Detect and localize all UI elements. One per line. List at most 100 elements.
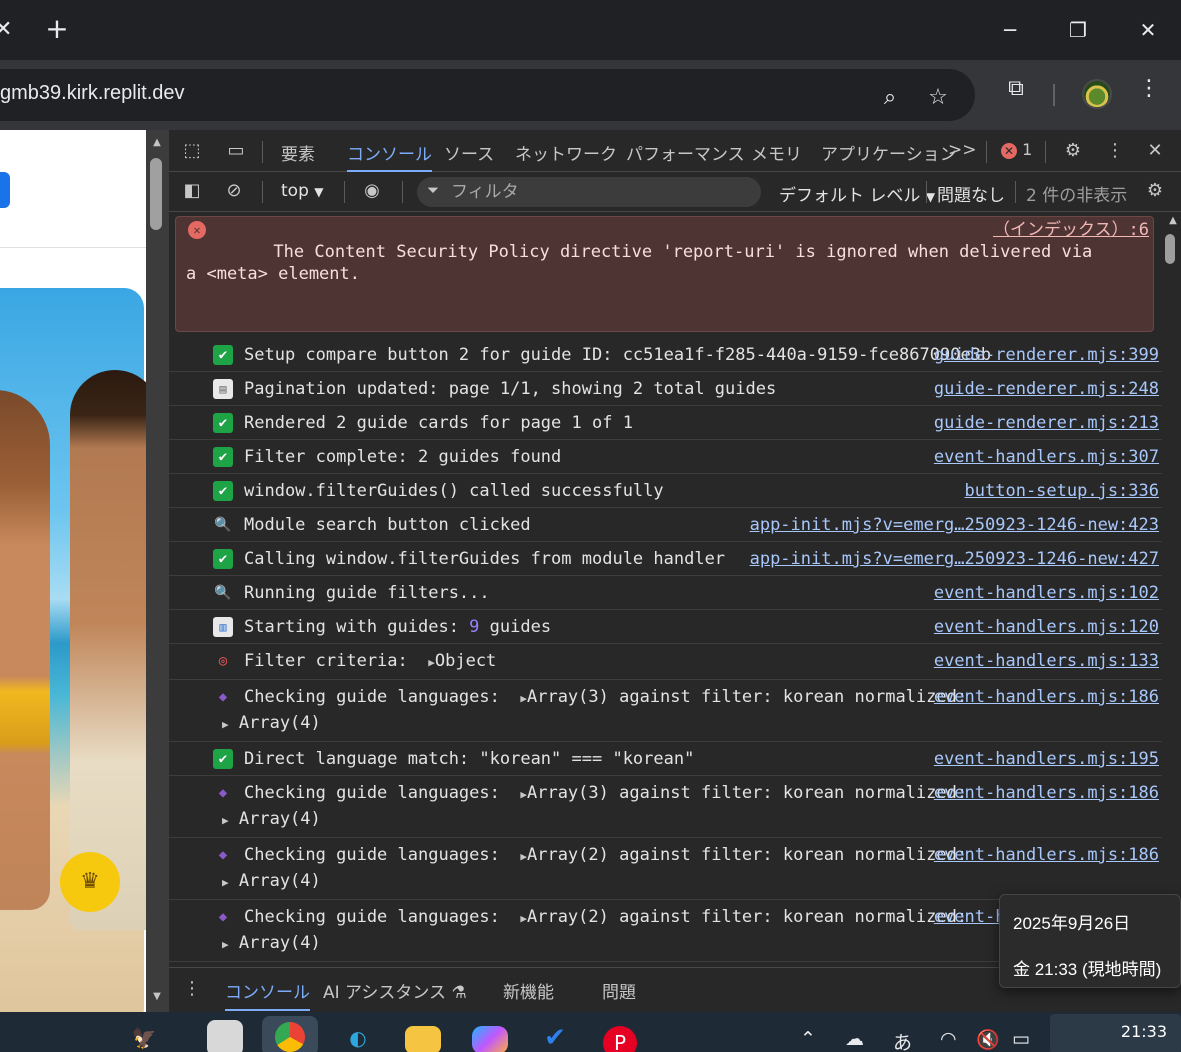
new-tab-button[interactable]: + (42, 14, 72, 46)
console-message[interactable]: ✔ Setup compare button 2 for guide ID: cc… (169, 338, 1162, 372)
scroll-up-icon[interactable]: ▲ (150, 136, 164, 150)
console-message[interactable]: 🔍 Module search button clicked app-init.mj… (169, 508, 1162, 542)
window-app-icon[interactable] (207, 1020, 243, 1052)
device-toolbar-icon[interactable]: ▭ (223, 138, 249, 164)
message-source-link[interactable]: guide-renderer.mjs:213 (934, 411, 1159, 435)
scroll-up-icon[interactable]: ▲ (1166, 214, 1180, 228)
issues-button[interactable]: 問題なし (937, 181, 1005, 206)
tab-console[interactable]: コンソール (347, 140, 432, 172)
inspect-element-icon[interactable]: ⬚ (179, 138, 205, 164)
drawer-tab-console[interactable]: コンソール (225, 978, 310, 1011)
expand-triangle-icon[interactable]: ▶ (428, 656, 435, 669)
tab-network[interactable]: ネットワーク (515, 140, 617, 172)
zoom-icon[interactable]: ⌕ (875, 83, 905, 113)
battery-icon[interactable]: ▭ (1012, 1028, 1030, 1050)
log-levels-dropdown[interactable]: デフォルト レベル ▼ (779, 181, 935, 206)
context-selector[interactable]: top ▼ (281, 181, 324, 201)
copilot-icon[interactable] (472, 1026, 508, 1052)
message-source-link[interactable]: app-init.mjs?v=emerg…250923-1246-new:427 (750, 547, 1159, 571)
message-source-link[interactable]: （インデックス）:6 (993, 219, 1149, 241)
console-message[interactable]: ✔ Rendered 2 guide cards for page 1 of 1 g… (169, 406, 1162, 440)
message-source-link[interactable]: event-handlers.mjs:120 (934, 615, 1159, 639)
tab-memory[interactable]: メモリ (751, 140, 802, 172)
message-source-link[interactable]: button-setup.js:336 (965, 479, 1159, 503)
todo-check-icon[interactable]: ✔ (537, 1020, 573, 1052)
message-source-link[interactable]: guide-renderer.mjs:399 (934, 343, 1159, 367)
expandable-object[interactable]: Array(2) (527, 845, 609, 865)
console-error-message[interactable]: ✕ The Content Security Policy directive '… (175, 216, 1154, 332)
more-vert-icon[interactable]: ⋮ (1134, 74, 1164, 104)
message-source-link[interactable]: event-handlers.mjs:186 (934, 685, 1159, 709)
award-badge-icon[interactable]: ♛ (60, 852, 120, 912)
expand-triangle-icon[interactable]: ▶ (520, 912, 527, 925)
drawer-tab-whats-new[interactable]: 新機能 (503, 978, 554, 1003)
edge-icon[interactable]: ◐ (340, 1020, 376, 1052)
message-source-link[interactable]: event-handlers.mjs:186 (934, 781, 1159, 805)
console-message[interactable]: ✔ window.filterGuides() called successful… (169, 474, 1162, 508)
message-source-link[interactable]: event-handlers.mjs:102 (934, 581, 1159, 605)
drawer-tab-ai-assistance[interactable]: AI アシスタンス ⚗ (323, 978, 467, 1003)
more-tabs-icon[interactable]: >> (948, 140, 977, 172)
extensions-icon[interactable]: ⧉ (1001, 74, 1031, 104)
filter-input[interactable] (451, 179, 741, 205)
copilot-bird-icon[interactable]: 🦅 (126, 1020, 162, 1052)
console-messages[interactable]: ✕ The Content Security Policy directive '… (169, 212, 1162, 967)
filter-field[interactable]: ⏷ (417, 177, 761, 207)
close-devtools-icon[interactable]: ✕ (1142, 138, 1168, 164)
file-explorer-icon[interactable] (405, 1026, 441, 1052)
minimize-icon[interactable]: ─ (990, 10, 1030, 50)
restore-icon[interactable]: ❐ (1058, 10, 1098, 50)
settings-gear-icon[interactable]: ⚙ (1060, 138, 1086, 164)
bookmark-star-icon[interactable]: ☆ (923, 83, 953, 113)
chrome-taskbar-button[interactable] (262, 1016, 318, 1052)
console-message[interactable]: ✔ Calling window.filterGuides from module… (169, 542, 1162, 576)
volume-muted-icon[interactable]: 🔇 (976, 1028, 1000, 1051)
page-scrollbar[interactable]: ▲ ▼ (146, 130, 168, 1012)
console-message[interactable]: 🔍 Running guide filters... event-handlers.… (169, 576, 1162, 610)
console-message[interactable]: ◎ Filter criteria: ▶Object event-handlers.… (169, 644, 1162, 680)
drawer-tab-issues[interactable]: 問題 (602, 978, 636, 1003)
expandable-object-line2[interactable]: ▶ Array(4) (222, 807, 1162, 833)
sidebar-toggle-icon[interactable]: ◧ (179, 178, 205, 204)
error-counter[interactable]: ✕ 1 (1001, 140, 1032, 159)
address-bar[interactable]: gmb39.kirk.replit.dev ⌕ ☆ (0, 69, 975, 121)
tab-sources[interactable]: ソース (444, 140, 494, 172)
wifi-icon[interactable]: ◠ (940, 1028, 957, 1050)
tab-application[interactable]: アプリケーション (821, 140, 957, 172)
message-source-link[interactable]: event-handlers.mjs:307 (934, 445, 1159, 469)
tab-elements[interactable]: 要素 (281, 140, 315, 172)
expand-triangle-icon[interactable]: ▶ (520, 850, 527, 863)
message-source-link[interactable]: event-handlers.mjs:186 (934, 843, 1159, 867)
pinterest-icon[interactable]: P (603, 1026, 637, 1052)
console-message[interactable]: ✔ Filter complete: 2 guides found event-ha… (169, 440, 1162, 474)
message-source-link[interactable]: app-init.mjs?v=emerg…250923-1246-new:423 (750, 513, 1159, 537)
close-tab-icon[interactable]: ✕ (0, 14, 18, 46)
url-text[interactable]: gmb39.kirk.replit.dev (0, 82, 185, 105)
expandable-object[interactable]: Array(3) (527, 687, 609, 707)
more-options-icon[interactable]: ⋮ (1102, 138, 1128, 164)
console-scrollbar-thumb[interactable] (1165, 234, 1175, 264)
console-settings-gear-icon[interactable]: ⚙ (1142, 178, 1168, 204)
tab-performance[interactable]: パフォーマンス (626, 140, 745, 172)
message-source-link[interactable]: event-handlers.mjs:133 (934, 649, 1159, 673)
weather-cloud-icon[interactable]: ☁ (845, 1028, 864, 1050)
close-window-icon[interactable]: ✕ (1128, 10, 1168, 50)
console-message[interactable]: ◆ Checking guide languages: ▶Array(2) aga… (169, 838, 1162, 900)
message-source-link[interactable]: guide-renderer.mjs:248 (934, 377, 1159, 401)
live-expression-eye-icon[interactable]: ◉ (359, 178, 385, 204)
expandable-object[interactable]: Array(3) (527, 783, 609, 803)
message-source-link[interactable]: event-handlers.mjs:195 (934, 747, 1159, 771)
expand-triangle-icon[interactable]: ▶ (520, 788, 527, 801)
page-header-button[interactable] (0, 172, 10, 208)
expandable-object-line2[interactable]: ▶ Array(4) (222, 711, 1162, 737)
taskbar-clock[interactable]: 21:33 (1050, 1014, 1181, 1052)
expand-triangle-icon[interactable]: ▶ (520, 692, 527, 705)
clear-console-icon[interactable]: ⊘ (221, 178, 247, 204)
console-message[interactable]: ◆ Checking guide languages: ▶Array(3) aga… (169, 680, 1162, 742)
drawer-menu-icon[interactable]: ⋮ (179, 976, 205, 1002)
expandable-object-line2[interactable]: ▶ Array(4) (222, 869, 1162, 895)
expandable-object[interactable]: Object (435, 651, 496, 671)
ime-indicator[interactable]: あ (893, 1028, 912, 1052)
console-message[interactable]: ▥ Starting with guides: 9 guides event-han… (169, 610, 1162, 644)
console-message[interactable]: ✔ Direct language match: "korean" === "ko… (169, 742, 1162, 776)
